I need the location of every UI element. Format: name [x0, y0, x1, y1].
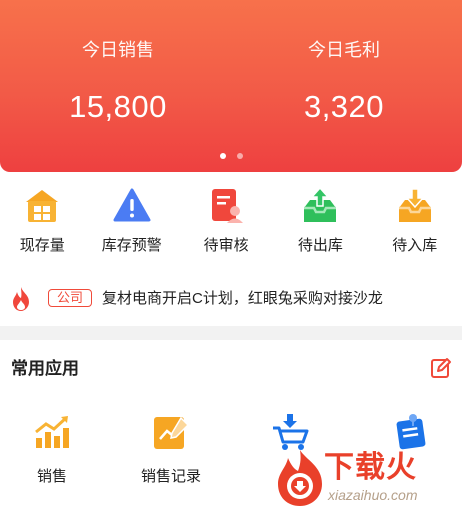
quick-action-label: 待出库 [297, 237, 343, 254]
carousel-dot-1[interactable] [219, 153, 226, 159]
quick-action-stock[interactable]: 现存量 [0, 186, 85, 260]
app-label: 销售 [36, 468, 67, 485]
app-sales[interactable]: 销售 [7, 412, 97, 487]
today-profit-label: 今日毛利 [308, 40, 380, 60]
quick-action-label: 现存量 [19, 237, 65, 254]
watermark-url: xiazaihuo.com [328, 487, 418, 503]
watermark-logo: 下载火 xiazaihuo.com [270, 446, 462, 509]
warehouse-icon [22, 186, 62, 226]
carousel-dot-2[interactable] [236, 153, 243, 159]
today-profit-stat[interactable]: 今日毛利 3,320 [244, 38, 444, 127]
app-label: 销售记录 [140, 468, 201, 485]
notice-tag: 公司 [48, 289, 93, 307]
warning-icon [112, 186, 152, 226]
quick-action-label: 待审核 [203, 237, 249, 254]
outbound-tray-icon [300, 186, 340, 226]
watermark-fire-icon [278, 450, 322, 506]
today-sales-stat[interactable]: 今日销售 15,800 [18, 38, 218, 127]
quick-actions-bar: 现存量 库存预警 待审核 待出库 待入库 [0, 186, 462, 260]
carousel-indicator [0, 153, 462, 159]
edit-icon[interactable] [430, 357, 452, 384]
quick-action-pending-inbound[interactable]: 待入库 [368, 186, 462, 260]
today-sales-value: 15,800 [69, 89, 167, 124]
review-document-icon [206, 186, 246, 226]
stats-banner[interactable]: 今日销售 15,800 今日毛利 3,320 [0, 0, 462, 172]
today-profit-value: 3,320 [303, 89, 385, 124]
quick-action-label: 待入库 [392, 237, 438, 254]
quick-action-label: 库存预警 [101, 237, 162, 254]
today-sales-label: 今日销售 [82, 40, 154, 60]
quick-action-pending-review[interactable]: 待审核 [179, 186, 273, 260]
notice-message[interactable]: 复材电商开启C计划，红眼兔采购对接沙龙 [102, 288, 383, 310]
quick-action-pending-outbound[interactable]: 待出库 [273, 186, 367, 260]
quick-action-stock-alert[interactable]: 库存预警 [85, 186, 179, 260]
app-sales-record[interactable]: 销售记录 [126, 412, 216, 487]
watermark-text: 下载火 [324, 451, 417, 484]
section-divider [0, 326, 462, 340]
sales-record-icon [151, 412, 191, 452]
bar-chart-icon [32, 412, 72, 452]
notice-bar[interactable]: 公司 复材电商开启C计划，红眼兔采购对接沙龙 [0, 284, 462, 314]
fire-icon [10, 286, 32, 317]
inbound-tray-icon [395, 186, 435, 226]
common-apps-title: 常用应用 [11, 359, 79, 378]
